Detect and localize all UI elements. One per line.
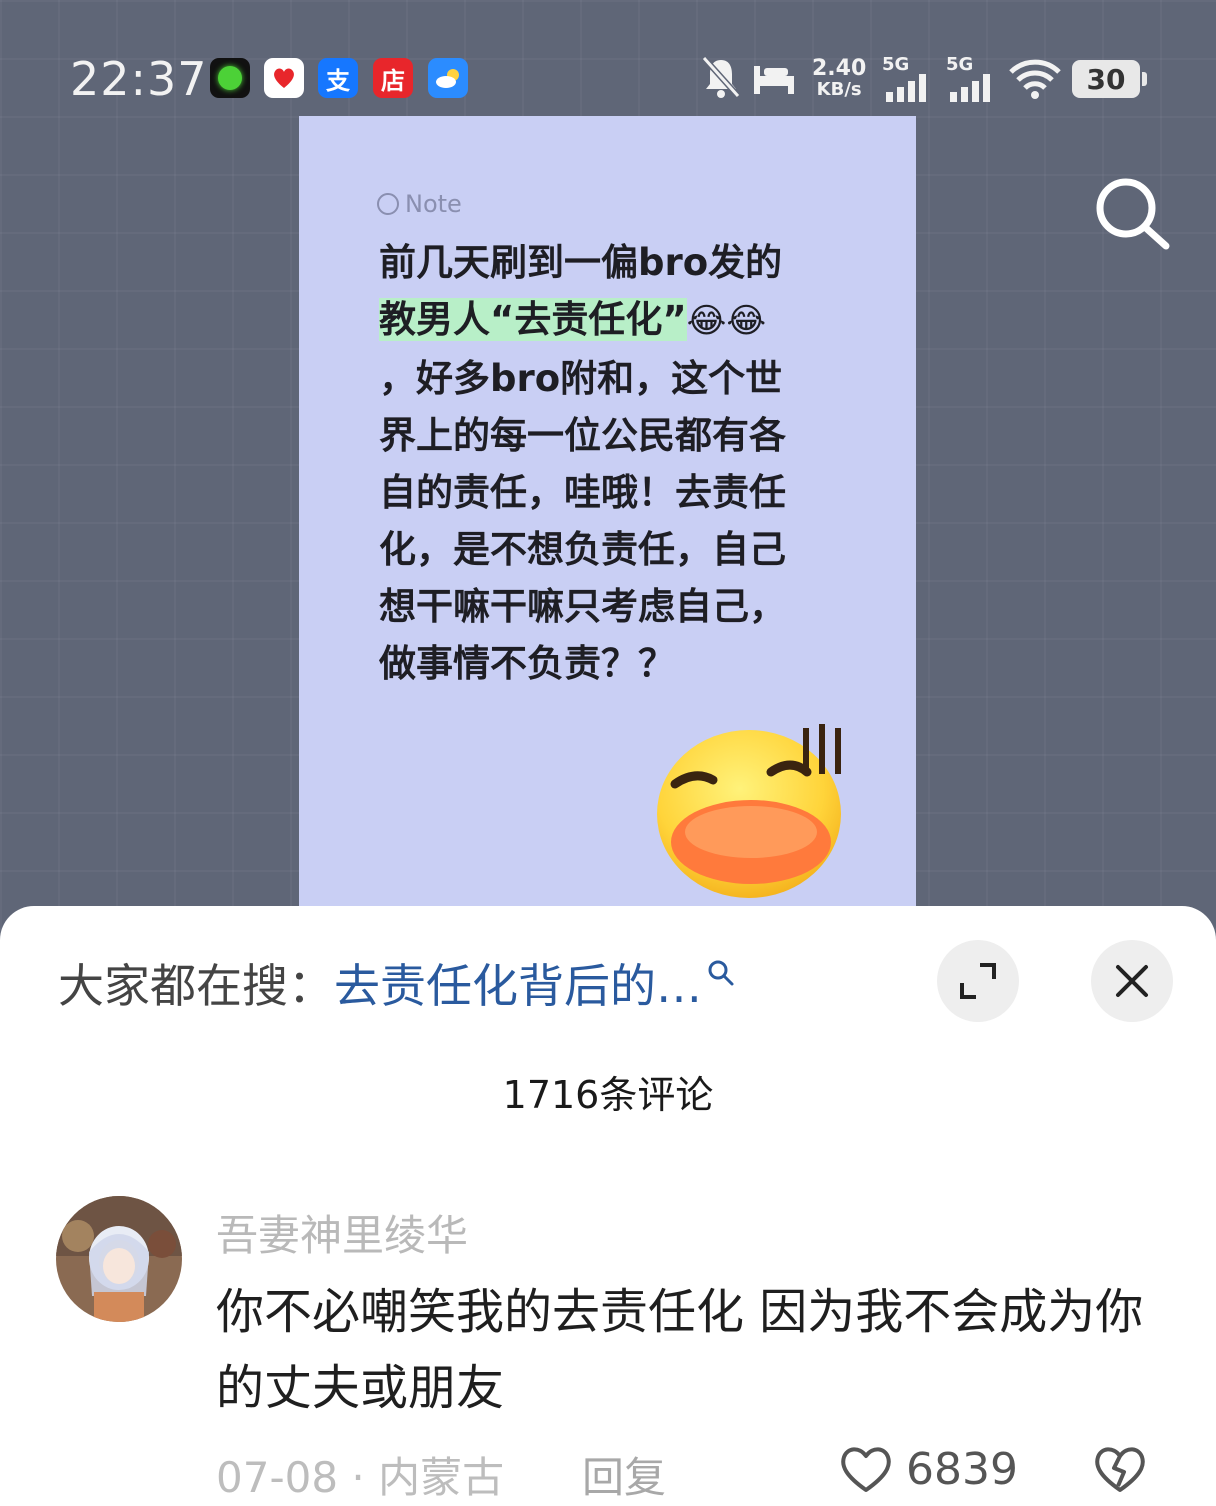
close-button[interactable] — [1091, 940, 1173, 1022]
note-text: 前几天刷到一偏bro发的 教男人“去责任化”😂😂 ，好多bro附和，这个世 界上… — [379, 234, 849, 692]
green-dot-app-icon — [210, 58, 250, 98]
hot-search-bar[interactable]: 大家都在搜： 去责任化背后的… — [58, 950, 736, 1016]
red-app-icon — [264, 58, 304, 98]
note-circle-icon — [377, 193, 399, 215]
laughing-emoji-icon: 😂😂 — [686, 301, 767, 341]
note-tag-label: Note — [405, 190, 462, 218]
heart-icon[interactable] — [838, 1442, 894, 1496]
sim1-label: 5G — [882, 54, 910, 75]
meta-separator: · — [338, 1453, 379, 1502]
note-line: 想干嘛干嘛只考虑自己， — [379, 585, 786, 628]
close-icon — [1116, 965, 1148, 997]
comment-count: 1716条评论 — [502, 1073, 714, 1117]
store-app-icon: 店 — [373, 58, 413, 98]
comment-meta: 07-08 · 内蒙古 — [216, 1444, 504, 1505]
status-bar: 22:37 支 店 2.40 KB/s 5G 5G 30 — [0, 40, 1216, 120]
note-line: 教男人“去责任化”😂😂 — [379, 291, 849, 350]
sleep-bed-icon — [754, 66, 794, 94]
note-line: ，好多bro附和，这个世 — [379, 357, 783, 400]
comment-sheet: 大家都在搜： 去责任化背后的… 1716条评论 吾妻神里绫华 你不必嘲笑我的去责… — [0, 906, 1216, 1506]
avatar[interactable] — [56, 1196, 182, 1322]
signal-bars-icon-2 — [950, 74, 990, 102]
alipay-app-icon: 支 — [318, 58, 358, 98]
note-line-highlight: 教男人“去责任化” — [379, 298, 687, 341]
comment-text: 你不必嘲笑我的去责任化 因为我不会成为你的丈夫或朋友 — [216, 1284, 1144, 1416]
net-speed-value: 2.40 — [812, 56, 867, 81]
duck-face-emoji-icon — [657, 724, 841, 898]
hot-search-query[interactable]: 去责任化背后的… — [334, 950, 702, 1016]
wifi-icon — [1009, 59, 1061, 99]
battery-indicator: 30 — [1072, 60, 1147, 98]
note-tag: Note — [377, 190, 462, 218]
signal-bars-icon — [886, 74, 926, 102]
note-image-card[interactable]: Note 前几天刷到一偏bro发的 教男人“去责任化”😂😂 ，好多bro附和，这… — [299, 116, 916, 916]
broken-heart-icon[interactable] — [1092, 1442, 1148, 1496]
expand-button[interactable] — [937, 940, 1019, 1022]
small-search-icon — [708, 960, 734, 986]
note-line: 前几天刷到一偏bro发的 — [379, 241, 783, 284]
sim2-label: 5G — [946, 54, 974, 75]
hot-search-prefix: 大家都在搜： — [58, 959, 334, 1013]
note-line: 界上的每一位公民都有各 — [379, 414, 786, 457]
weather-app-icon — [428, 58, 468, 98]
comment-username[interactable]: 吾妻神里绫华 — [216, 1202, 468, 1263]
like-count: 6839 — [906, 1444, 1018, 1495]
mute-bell-icon — [701, 55, 741, 99]
expand-icon — [960, 963, 996, 999]
note-line: 自的责任，哇哦！去责任 — [379, 471, 786, 514]
reply-button[interactable]: 回复 — [582, 1444, 666, 1505]
clock: 22:37 — [70, 52, 208, 106]
comment-date: 07-08 — [216, 1453, 339, 1502]
search-icon[interactable] — [1090, 172, 1174, 256]
net-speed-unit: KB/s — [816, 79, 862, 100]
note-line: 化，是不想负责任，自己 — [379, 528, 786, 571]
note-line: 做事情不负责？？ — [379, 642, 675, 685]
avatar-image — [56, 1196, 182, 1322]
net-speed: 2.40 KB/s — [812, 56, 867, 101]
comment-location: 内蒙古 — [378, 1453, 505, 1502]
